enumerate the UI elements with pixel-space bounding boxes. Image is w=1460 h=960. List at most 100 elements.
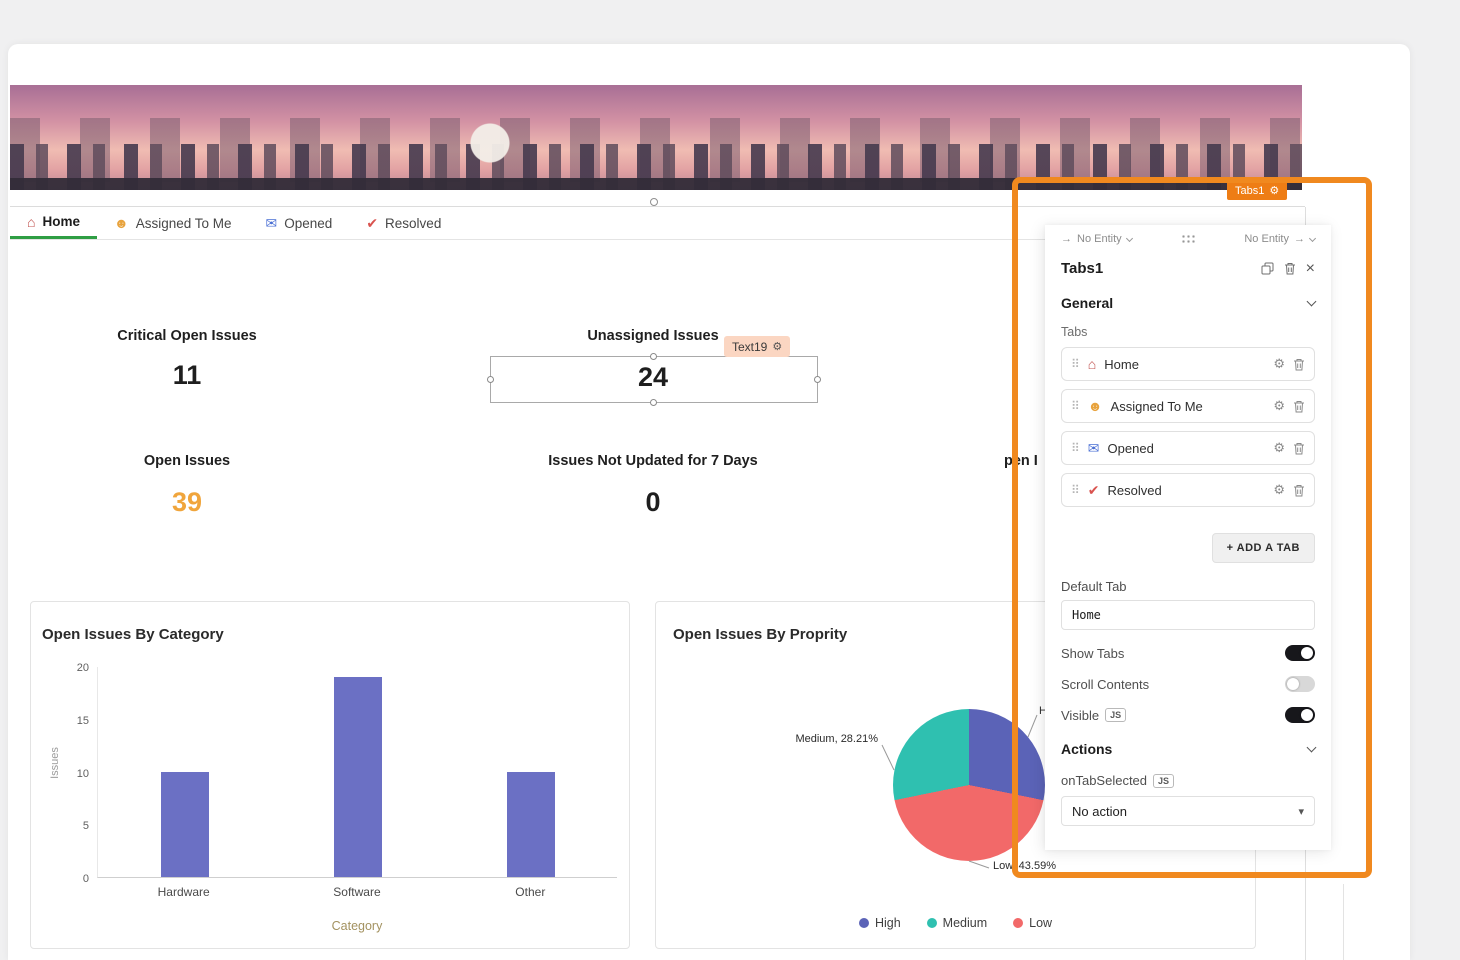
tabs-widget-resize-handle[interactable]: [650, 198, 658, 206]
legend-label: Low: [1029, 916, 1052, 930]
copy-widget-button[interactable]: [1261, 262, 1274, 275]
pie-chart-title: Open Issues By Proprity: [673, 626, 847, 643]
widget-name[interactable]: Tabs1: [1061, 260, 1251, 277]
pane-title-row: Tabs1 ×: [1061, 260, 1315, 277]
show-tabs-label: Show Tabs: [1061, 646, 1124, 661]
gear-icon[interactable]: ⚙: [1273, 482, 1285, 498]
close-pane-button[interactable]: ×: [1306, 261, 1315, 277]
action-select-value: No action: [1072, 804, 1127, 819]
scroll-contents-toggle[interactable]: [1285, 676, 1315, 692]
stat-value-not-updated: 0: [553, 487, 753, 518]
tab-config-row-home[interactable]: ⠿ ⌂ Home ⚙: [1061, 347, 1315, 381]
check-icon: ✔: [366, 216, 378, 230]
gear-icon[interactable]: ⚙: [772, 340, 782, 353]
delete-widget-button[interactable]: [1284, 262, 1296, 275]
bar-category-label: Other: [480, 885, 580, 899]
clipped-stat-label-fragment: pen I: [1004, 453, 1038, 469]
section-general[interactable]: General: [1061, 295, 1315, 311]
delete-tab-button[interactable]: [1293, 400, 1305, 413]
property-pane: → No Entity No Entity → Tabs1: [1045, 225, 1331, 850]
arrow-right-icon: →: [1294, 233, 1305, 245]
tab-config-row-assigned-to-me[interactable]: ⠿ ☻ Assigned To Me ⚙: [1061, 389, 1315, 423]
delete-tab-button[interactable]: [1293, 442, 1305, 455]
home-icon: ⌂: [27, 215, 35, 229]
bar-chart-xaxis: HardwareSoftwareOther: [97, 885, 617, 899]
visible-label: Visible: [1061, 708, 1099, 723]
tab-row-label: Opened: [1108, 441, 1266, 456]
bar-chart-card: Open Issues By Category Issues 05101520 …: [30, 601, 630, 949]
scroll-contents-row: Scroll Contents: [1061, 676, 1315, 692]
drag-handle-icon[interactable]: ⠿: [1071, 441, 1080, 455]
tab-config-row-opened[interactable]: ⠿ ✉ Opened ⚙: [1061, 431, 1315, 465]
selected-widget-name-chip[interactable]: Tabs1 ⚙: [1227, 181, 1287, 200]
tab-opened[interactable]: ✉ Opened: [249, 207, 350, 239]
gear-icon[interactable]: ⚙: [1273, 398, 1285, 414]
pie-callout-medium: Medium, 28.21%: [758, 733, 878, 745]
tab-resolved[interactable]: ✔ Resolved: [349, 207, 458, 239]
add-tab-button[interactable]: + ADD A TAB: [1212, 533, 1315, 563]
mail-icon: ✉: [266, 216, 278, 230]
tab-label: Opened: [284, 216, 332, 231]
tab-home[interactable]: ⌂ Home: [10, 207, 97, 239]
section-actions[interactable]: Actions: [1061, 741, 1315, 757]
section-general-label: General: [1061, 295, 1113, 311]
js-toggle-badge[interactable]: JS: [1105, 708, 1126, 722]
y-tick-label: 10: [77, 768, 89, 780]
resize-handle-right[interactable]: [814, 376, 821, 383]
pie-legend: High Medium Low: [656, 916, 1255, 930]
app-builder-screen: ⌂ Home ☻ Assigned To Me ✉ Opened ✔ Resol…: [0, 0, 1460, 960]
show-tabs-row: Show Tabs: [1061, 645, 1315, 661]
copy-icon: [1261, 262, 1274, 275]
tab-config-row-resolved[interactable]: ⠿ ✔ Resolved ⚙: [1061, 473, 1315, 507]
legend-item-high[interactable]: High: [859, 916, 901, 930]
stat-value-critical-open-issues: 11: [87, 360, 287, 391]
outgoing-entity-select[interactable]: No Entity →: [1244, 233, 1315, 245]
widget-badge-label: Text19: [732, 340, 767, 354]
incoming-entity-select[interactable]: → No Entity: [1061, 233, 1132, 245]
tab-row-label: Resolved: [1108, 483, 1266, 498]
bar-chart-plot: [97, 667, 617, 878]
bar-chart-yaxis: 05101520: [57, 667, 89, 878]
resize-handle-left[interactable]: [487, 376, 494, 383]
action-select[interactable]: No action ▾: [1061, 796, 1315, 826]
tabs-field-label: Tabs: [1061, 325, 1315, 339]
drag-handle-icon[interactable]: ⠿: [1071, 357, 1080, 371]
delete-tab-button[interactable]: [1293, 484, 1305, 497]
caret-down-icon: ▾: [1298, 805, 1304, 818]
selected-widget-outline: [490, 356, 818, 403]
default-tab-label: Default Tab: [1061, 579, 1315, 594]
bar-chart-xlabel: Category: [97, 919, 617, 933]
section-actions-label: Actions: [1061, 741, 1112, 757]
js-toggle-badge[interactable]: JS: [1153, 774, 1174, 788]
selected-widget-badge[interactable]: Text19 ⚙: [724, 336, 790, 357]
delete-tab-button[interactable]: [1293, 358, 1305, 371]
legend-dot: [927, 918, 937, 928]
legend-item-medium[interactable]: Medium: [927, 916, 987, 930]
visible-toggle[interactable]: [1285, 707, 1315, 723]
resize-handle-top[interactable]: [650, 353, 657, 360]
on-tab-selected-label: onTabSelected: [1061, 773, 1147, 788]
default-tab-input[interactable]: Home: [1061, 600, 1315, 630]
bar-category-label: Software: [307, 885, 407, 899]
stat-value-open-issues: 39: [87, 487, 287, 518]
legend-item-low[interactable]: Low: [1013, 916, 1052, 930]
show-tabs-toggle[interactable]: [1285, 645, 1315, 661]
chip-label: Tabs1: [1235, 185, 1264, 197]
y-tick-label: 0: [83, 873, 89, 885]
outgoing-entity-label: No Entity: [1244, 233, 1289, 245]
drag-handle-icon[interactable]: ⠿: [1071, 399, 1080, 413]
stat-label-not-updated: Issues Not Updated for 7 Days: [503, 453, 803, 469]
banner-image: [10, 85, 1302, 190]
gear-icon[interactable]: ⚙: [1273, 356, 1285, 372]
trash-icon: [1293, 442, 1305, 455]
visible-row: Visible JS: [1061, 707, 1315, 723]
gear-icon[interactable]: ⚙: [1273, 440, 1285, 456]
drag-handle-icon[interactable]: ⠿: [1071, 483, 1080, 497]
bar-other: [507, 772, 555, 878]
check-icon: ✔: [1088, 483, 1100, 497]
chevron-down-icon: [1126, 234, 1133, 241]
legend-dot: [859, 918, 869, 928]
tab-assigned-to-me[interactable]: ☻ Assigned To Me: [97, 207, 249, 239]
chevron-down-icon: [1307, 297, 1317, 307]
resize-handle-bottom[interactable]: [650, 399, 657, 406]
